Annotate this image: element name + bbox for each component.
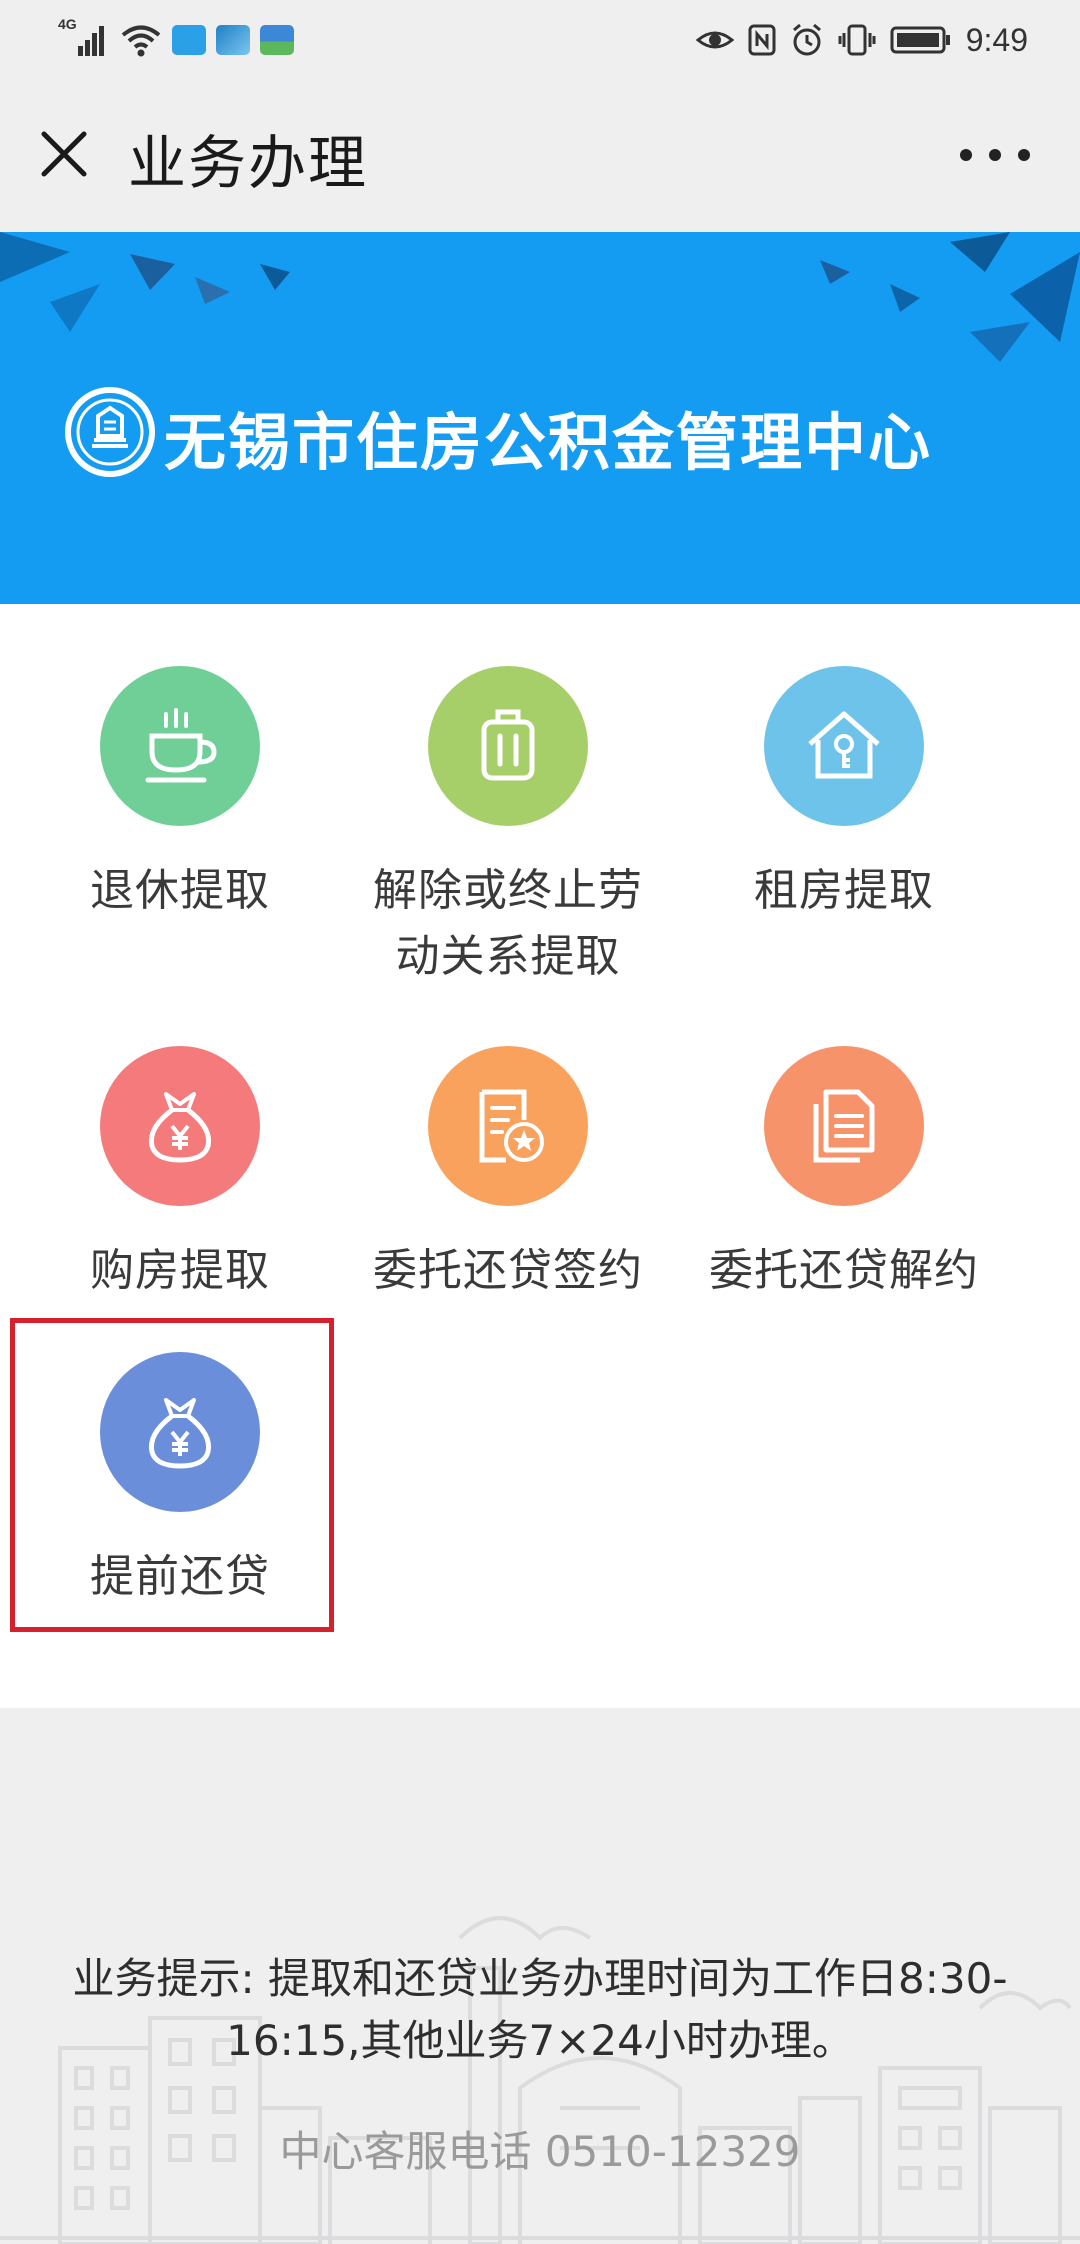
vibrate-icon xyxy=(838,24,876,56)
documents-icon xyxy=(813,1089,875,1163)
battery-icon xyxy=(890,26,950,54)
coffee-cup-icon xyxy=(145,708,217,783)
business-tip: 业务提示: 提取和还贷业务办理时间为工作日8:30-16:15,其他业务7×24… xyxy=(72,1954,1008,2065)
service-entrusted-repayment-signing[interactable]: 委托还贷签约 xyxy=(340,1046,676,1304)
eye-comfort-icon xyxy=(695,31,734,49)
status-time: 9:49 xyxy=(965,21,1028,58)
status-left: 4G xyxy=(58,16,294,62)
highlight-box xyxy=(10,1318,334,1632)
service-retirement-withdrawal[interactable]: 退休提取 xyxy=(12,666,348,924)
service-icon-circle xyxy=(428,1046,588,1206)
service-label: 购房提取 xyxy=(90,1245,270,1296)
footer: 业务提示: 提取和还贷业务办理时间为工作日8:30-16:15,其他业务7×24… xyxy=(0,1708,1080,2244)
app-notification-icon xyxy=(172,25,206,55)
service-icon-circle xyxy=(764,1046,924,1206)
close-icon xyxy=(41,131,87,177)
more-dot-icon xyxy=(1018,149,1030,161)
cellular-signal-icon: 4G xyxy=(58,16,110,60)
service-icon-circle xyxy=(100,1046,260,1206)
header-banner: 无锡市住房公积金管理中心 xyxy=(0,232,1080,604)
service-label: 退休提取 xyxy=(90,865,270,916)
money-bag-icon xyxy=(148,1092,212,1163)
service-entrusted-repayment-cancellation[interactable]: 委托还贷解约 xyxy=(676,1046,1012,1304)
app-icon xyxy=(260,25,294,55)
more-button[interactable] xyxy=(960,140,1030,170)
housing-fund-logo-icon xyxy=(65,387,155,477)
more-dot-icon xyxy=(989,149,1001,161)
service-icon-circle xyxy=(428,666,588,826)
service-label: 委托还贷签约 xyxy=(373,1245,643,1296)
status-bar: 4G 9:49 xyxy=(0,0,1080,80)
service-label: 解除或终止劳动关系提取 xyxy=(373,865,643,982)
service-employment-termination-withdrawal[interactable]: 解除或终止劳动关系提取 xyxy=(340,666,676,990)
nfc-icon xyxy=(748,24,776,56)
suitcase-icon xyxy=(481,709,535,781)
house-key-icon xyxy=(808,711,880,779)
wifi-icon xyxy=(121,25,161,57)
document-star-icon xyxy=(479,1089,544,1163)
alarm-icon xyxy=(792,23,821,56)
page-title: 业务办理 xyxy=(128,129,369,197)
more-dot-icon xyxy=(960,149,972,161)
service-icon-circle xyxy=(100,666,260,826)
service-rental-withdrawal[interactable]: 租房提取 xyxy=(676,666,1012,924)
close-button[interactable] xyxy=(34,124,94,184)
status-right: 9:49 xyxy=(695,18,1028,62)
banner-title: 无锡市住房公积金管理中心 xyxy=(164,406,933,479)
map-app-icon xyxy=(216,25,250,55)
service-hotline: 中心客服电话 0510-12329 xyxy=(279,2127,801,2176)
nav-bar: 业务办理 xyxy=(0,80,1080,232)
service-purchase-withdrawal[interactable]: 购房提取 xyxy=(12,1046,348,1304)
service-label: 租房提取 xyxy=(754,865,934,916)
service-icon-circle xyxy=(764,666,924,826)
service-label: 委托还贷解约 xyxy=(709,1245,979,1296)
